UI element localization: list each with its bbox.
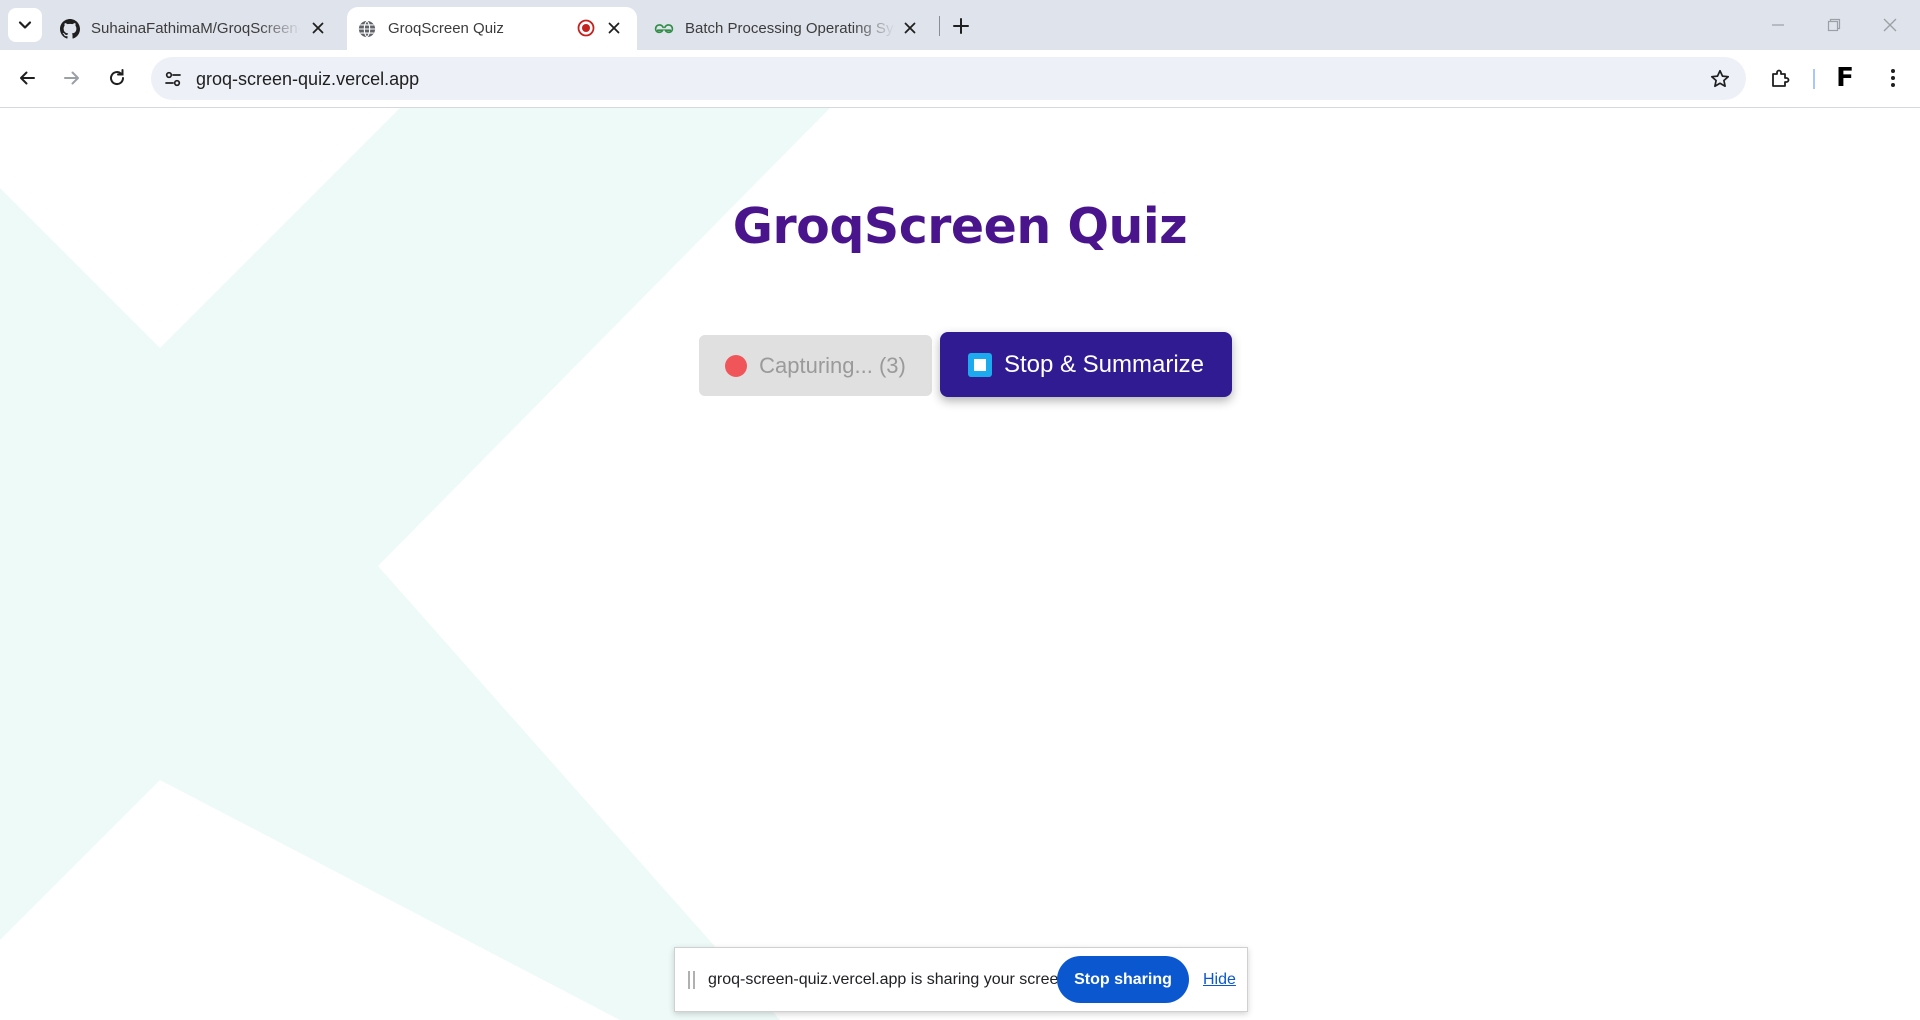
recording-icon: [576, 18, 596, 38]
screen-share-bar: groq-screen-quiz.vercel.app is sharing y…: [674, 947, 1248, 1012]
stop-summarize-button[interactable]: Stop & Summarize: [940, 332, 1232, 397]
close-icon: [1883, 18, 1897, 32]
menu-button[interactable]: [1876, 61, 1910, 95]
puzzle-icon: [1772, 69, 1790, 87]
plus-icon: [953, 18, 969, 34]
stop-sharing-button[interactable]: Stop sharing: [1057, 956, 1189, 1003]
restore-button[interactable]: [1814, 10, 1854, 40]
toolbar-divider: [1813, 69, 1815, 89]
share-message: groq-screen-quiz.vercel.app is sharing y…: [708, 971, 1072, 988]
recording-dot-icon: [725, 354, 748, 377]
capturing-label: Capturing... (3): [759, 352, 906, 378]
hide-link[interactable]: Hide: [1203, 971, 1236, 989]
tab-github[interactable]: SuhainaFathimaM/GroqScreen-Quiz: [50, 7, 340, 50]
forward-button[interactable]: [55, 61, 89, 95]
minimize-button[interactable]: [1758, 10, 1798, 40]
reload-icon: [110, 69, 125, 86]
drag-handle-icon[interactable]: [688, 971, 696, 989]
arrow-right-icon: [64, 71, 79, 85]
tab-title: SuhainaFathimaM/GroqScreen-Quiz: [91, 20, 301, 37]
extensions-button[interactable]: [1764, 61, 1798, 95]
geeksforgeeks-icon: [654, 19, 674, 39]
minimize-icon: [1772, 24, 1784, 26]
capturing-button[interactable]: Capturing... (3): [699, 335, 932, 396]
tab-divider: [939, 16, 940, 36]
arrow-left-icon: [20, 71, 35, 85]
github-icon: [60, 18, 80, 39]
tab-title: GroqScreen Quiz: [388, 20, 504, 37]
tab-batch-processing[interactable]: Batch Processing Operating System: [644, 7, 934, 50]
tab-groqscreen-quiz[interactable]: GroqScreen Quiz: [347, 7, 637, 50]
close-icon[interactable]: [308, 18, 328, 38]
site-settings-icon[interactable]: [158, 64, 188, 94]
close-icon[interactable]: [900, 18, 920, 38]
globe-icon: [357, 19, 377, 39]
bookmark-star-icon[interactable]: [1708, 67, 1732, 91]
profile-avatar[interactable]: F: [1828, 61, 1862, 95]
tab-title: Batch Processing Operating System: [685, 20, 895, 37]
url-text[interactable]: groq-screen-quiz.vercel.app: [196, 69, 419, 90]
kebab-menu-icon: [1891, 69, 1895, 87]
restore-icon: [1827, 18, 1841, 32]
browser-toolbar: groq-screen-quiz.vercel.app F: [0, 50, 1920, 108]
close-window-button[interactable]: [1870, 10, 1910, 40]
stop-summarize-label: Stop & Summarize: [1003, 350, 1205, 378]
tab-search-button[interactable]: [8, 8, 42, 42]
new-tab-button[interactable]: [948, 13, 974, 39]
back-button[interactable]: [10, 61, 44, 95]
address-bar[interactable]: groq-screen-quiz.vercel.app: [151, 57, 1746, 100]
stop-square-icon: [967, 352, 992, 377]
page-content: GroqScreen Quiz Capturing... (3) Stop & …: [0, 108, 1920, 1020]
close-icon[interactable]: [604, 18, 624, 38]
chevron-down-icon: [18, 21, 32, 29]
tab-strip: SuhainaFathimaM/GroqScreen-Quiz GroqScre…: [0, 0, 1920, 50]
reload-button[interactable]: [100, 61, 134, 95]
page-title: GroqScreen Quiz: [732, 198, 1188, 255]
